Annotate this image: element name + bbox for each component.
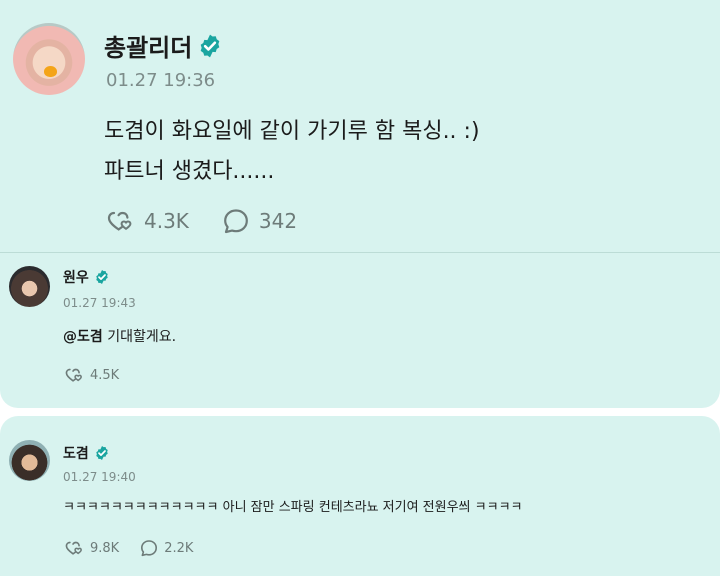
heart-reaction-icon bbox=[65, 368, 82, 382]
reply-author-label: 도겸 bbox=[63, 446, 89, 462]
comment-button[interactable]: 2.2K bbox=[139, 538, 193, 558]
reply-body-text: 기대할게요. bbox=[102, 329, 177, 345]
comment-button[interactable]: 342 bbox=[221, 206, 297, 236]
post-timestamp: 01.27 19:36 bbox=[106, 70, 216, 91]
post-author-avatar[interactable] bbox=[13, 23, 85, 95]
post-body: 도겸이 화요일에 같이 가기루 함 복싱.. :) 파트너 생겼다...... bbox=[104, 112, 480, 192]
reply-author-avatar[interactable] bbox=[9, 440, 50, 481]
reply-author-avatar[interactable] bbox=[9, 266, 50, 307]
heart-reaction-icon bbox=[65, 541, 82, 555]
post-body-line: 파트너 생겼다...... bbox=[104, 159, 275, 184]
verified-badge-icon bbox=[94, 445, 110, 461]
reply-timestamp: 01.27 19:40 bbox=[63, 470, 136, 484]
reply-mention-link[interactable]: @도겸 bbox=[63, 329, 103, 345]
verified-badge-icon bbox=[197, 33, 223, 59]
like-count: 4.3K bbox=[144, 209, 189, 233]
post-divider bbox=[0, 252, 720, 253]
reply-body: @도겸 기대할게요. bbox=[63, 326, 176, 346]
reply-actions: 9.8K 2.2K bbox=[63, 537, 193, 559]
comment-count: 2.2K bbox=[164, 540, 194, 556]
reply-author-label: 원우 bbox=[63, 270, 89, 286]
speech-bubble-icon bbox=[141, 540, 158, 557]
post-body-line: 도겸이 화요일에 같이 가기루 함 복싱.. :) bbox=[104, 119, 480, 144]
reply-body: ㅋㅋㅋㅋㅋㅋㅋㅋㅋㅋㅋㅋㅋ 아니 잠만 스파링 컨테츠라뇨 저기여 전원우씌 ㅋ… bbox=[63, 500, 523, 515]
like-button[interactable]: 9.8K bbox=[63, 537, 119, 559]
like-button[interactable]: 4.3K bbox=[104, 205, 189, 237]
reply-actions: 4.5K bbox=[63, 364, 119, 386]
reply-timestamp: 01.27 19:43 bbox=[63, 296, 136, 310]
heart-reaction-icon bbox=[107, 211, 132, 231]
comment-count: 342 bbox=[258, 209, 298, 233]
post-author-name[interactable]: 총괄리더 bbox=[104, 28, 223, 63]
reply-author-name[interactable]: 원우 bbox=[63, 267, 110, 287]
like-count: 9.8K bbox=[90, 540, 120, 556]
like-count: 4.5K bbox=[90, 367, 120, 383]
verified-badge-icon bbox=[94, 269, 110, 285]
like-button[interactable]: 4.5K bbox=[63, 364, 119, 386]
speech-bubble-icon bbox=[224, 209, 248, 234]
post-actions: 4.3K 342 bbox=[104, 205, 297, 237]
post-author-label: 총괄리더 bbox=[104, 34, 193, 62]
reply-author-name[interactable]: 도겸 bbox=[63, 443, 110, 463]
main-post-card: 총괄리더 01.27 19:36 도겸이 화요일에 같이 가기루 함 복싱.. … bbox=[0, 0, 720, 408]
